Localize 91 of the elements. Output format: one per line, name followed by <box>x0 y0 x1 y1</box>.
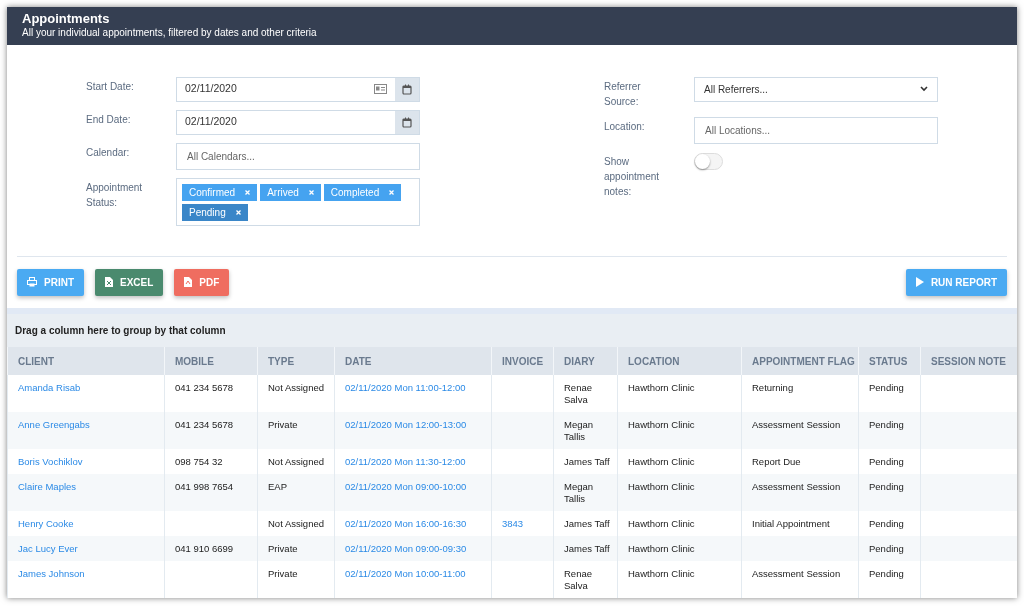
table-cell: Pending <box>869 481 904 492</box>
id-card-icon[interactable] <box>374 84 387 95</box>
table-link[interactable]: 02/11/2020 Mon 09:00-09:30 <box>345 543 467 554</box>
table-cell: Hawthorn Clinic <box>628 543 695 554</box>
table-cell: Pending <box>869 518 904 529</box>
status-tag[interactable]: Completed <box>323 183 402 201</box>
calendar-icon[interactable] <box>402 83 412 95</box>
table-cell: Hawthorn Clinic <box>628 568 695 579</box>
calendar-icon[interactable] <box>402 116 412 128</box>
table-cell: 041 910 6699 <box>175 543 234 554</box>
table-link[interactable]: 02/11/2020 Mon 16:00-16:30 <box>345 518 467 529</box>
table-link[interactable]: Henry Cooke <box>18 518 74 529</box>
table-cell: Renae Salva <box>564 568 592 591</box>
table-cell: James Taff <box>564 456 610 467</box>
table-link[interactable]: Boris Vochiklov <box>18 456 83 467</box>
table-cell: Private <box>268 568 298 579</box>
table-cell: Not Assigned <box>268 382 324 393</box>
play-icon <box>915 277 924 288</box>
field-label: End Date: <box>86 112 132 127</box>
run-report-button[interactable]: RUN REPORT <box>905 268 1007 296</box>
table-cell: Pending <box>869 382 904 393</box>
input-field[interactable]: All Locations... <box>694 116 938 144</box>
file-icon <box>105 277 113 288</box>
pdf-button[interactable]: PDF <box>174 268 230 296</box>
table-cell: Hawthorn Clinic <box>628 481 695 492</box>
remove-icon[interactable] <box>245 189 251 195</box>
remove-icon[interactable] <box>308 189 314 195</box>
field-label: Calendar: <box>86 145 131 160</box>
field-label: Location: <box>604 119 646 134</box>
toggle-switch[interactable] <box>694 152 723 170</box>
field-label: Referrer Source: <box>604 79 642 109</box>
table-cell: 041 998 7654 <box>175 481 234 492</box>
table-cell: Pending <box>869 419 904 430</box>
printer-icon <box>27 277 37 288</box>
input-field[interactable]: All Calendars... <box>176 142 420 170</box>
field-label: Start Date: <box>86 79 135 94</box>
table-link[interactable]: Amanda Risab <box>18 382 81 393</box>
remove-icon[interactable] <box>389 189 395 195</box>
table-cell: Assessment Session <box>752 419 841 430</box>
excel-button[interactable]: EXCEL <box>95 268 164 296</box>
table-cell: Hawthorn Clinic <box>628 518 695 529</box>
table-cell: Initial Appointment <box>752 518 830 529</box>
table-cell: Hawthorn Clinic <box>628 419 695 430</box>
print-button[interactable]: PRINT <box>17 268 84 296</box>
remove-icon[interactable] <box>235 209 241 215</box>
table-cell: Pending <box>869 543 904 554</box>
page-subtitle: All your individual appointments, filtered by dates and other criteria <box>22 26 318 39</box>
table-cell: Megan Tallis <box>564 419 594 442</box>
field-label: Appointment Status: <box>86 180 144 210</box>
table-cell: EAP <box>268 481 287 492</box>
status-multiselect[interactable]: Confirmed Arrived Completed Pending <box>176 177 420 226</box>
table-cell: Pending <box>869 456 904 467</box>
table-cell: Megan Tallis <box>564 481 594 504</box>
page-title: Appointments <box>22 11 111 26</box>
table-cell: Renae Salva <box>564 382 592 405</box>
table-link[interactable]: 02/11/2020 Mon 11:00-12:00 <box>345 382 466 393</box>
table-cell: Assessment Session <box>752 481 841 492</box>
date-field[interactable]: 02/11/2020 <box>176 109 420 135</box>
table-link[interactable]: Anne Greengabs <box>18 419 90 430</box>
group-hint: Drag a column here to group by that column <box>15 324 226 339</box>
referrer-dropdown[interactable]: All Referrers... <box>694 76 938 102</box>
table-cell: Pending <box>869 568 904 579</box>
status-tag[interactable]: Confirmed <box>182 183 258 201</box>
table-cell: Not Assigned <box>268 456 324 467</box>
table-link[interactable]: 02/11/2020 Mon 12:00-13:00 <box>345 419 467 430</box>
chevron-down-icon <box>920 86 928 93</box>
table-link[interactable]: Jac Lucy Ever <box>18 543 78 554</box>
table-cell: James Taff <box>564 518 610 529</box>
table-cell: 098 754 32 <box>175 456 223 467</box>
table-cell: Private <box>268 543 298 554</box>
table-cell: Report Due <box>752 456 801 467</box>
table-cell: Returning <box>752 382 794 393</box>
table-link[interactable]: 3843 <box>502 518 524 529</box>
table-cell: James Taff <box>564 543 610 554</box>
field-label: Show appointment notes: <box>604 154 661 199</box>
table-cell: 041 234 5678 <box>175 382 234 393</box>
date-field[interactable]: 02/11/2020 <box>176 76 420 102</box>
file-icon <box>184 277 193 288</box>
table-link[interactable]: 02/11/2020 Mon 11:30-12:00 <box>345 456 466 467</box>
table-cell: 041 234 5678 <box>175 419 234 430</box>
table-cell: Not Assigned <box>268 518 324 529</box>
table-link[interactable]: Claire Maples <box>18 481 77 492</box>
table-link[interactable]: 02/11/2020 Mon 09:00-10:00 <box>345 481 467 492</box>
table-link[interactable]: James Johnson <box>18 568 85 579</box>
table-cell: Hawthorn Clinic <box>628 456 695 467</box>
status-tag[interactable]: Pending <box>182 203 248 221</box>
table-cell: Hawthorn Clinic <box>628 382 695 393</box>
table-link[interactable]: 02/11/2020 Mon 10:00-11:00 <box>345 568 466 579</box>
status-tag[interactable]: Arrived <box>260 183 321 201</box>
table-cell: Assessment Session <box>752 568 841 579</box>
table-cell: Private <box>268 419 298 430</box>
